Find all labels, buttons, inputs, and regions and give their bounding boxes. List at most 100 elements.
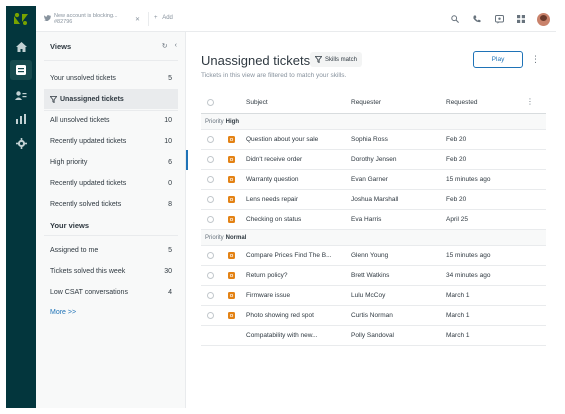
chat-icon[interactable] — [493, 13, 505, 25]
group-name: Normal — [225, 234, 247, 241]
row-checkbox[interactable] — [207, 312, 214, 319]
table-row[interactable]: O Lens needs repair Joshua Marshall Feb 20 — [201, 190, 546, 210]
nav-home[interactable] — [10, 37, 32, 57]
view-item[interactable]: Recently updated tickets 0 — [44, 173, 178, 193]
collapse-icon[interactable]: ‹ — [175, 42, 177, 50]
more-options-icon[interactable]: ⋮ — [531, 54, 540, 65]
view-item-label: Assigned to me — [50, 246, 99, 254]
table-row[interactable]: O Return policy? Brett Watkins 34 minutes a… — [201, 266, 546, 286]
add-tab-button[interactable]: + Add — [154, 15, 173, 21]
phone-icon[interactable] — [471, 13, 483, 25]
view-item[interactable]: Assigned to me 5 — [44, 240, 178, 260]
ticket-subject[interactable]: Lens needs repair — [246, 196, 298, 203]
divider — [44, 235, 178, 236]
customers-icon — [15, 91, 27, 100]
divider — [148, 12, 149, 26]
ticket-requested: 15 minutes ago — [446, 176, 491, 183]
column-subject[interactable]: Subject — [246, 99, 268, 106]
views-header-icons: ↻ ‹ — [162, 42, 177, 50]
row-checkbox[interactable] — [207, 136, 214, 143]
row-checkbox[interactable] — [207, 252, 214, 259]
table-header: Subject Requester Requested ⋮ — [201, 92, 546, 114]
nav-views[interactable] — [10, 60, 32, 80]
ticket-requested: April 25 — [446, 216, 469, 223]
twitter-icon — [44, 15, 54, 23]
tab-text: New account is blocking... #82796 — [54, 13, 118, 25]
ticket-subject[interactable]: Warranty question — [246, 176, 299, 183]
more-views-link[interactable]: More >> — [50, 309, 76, 316]
ticket-subject[interactable]: Compare Prices Find The B... — [246, 252, 332, 259]
view-item[interactable]: All unsolved tickets 10 — [44, 110, 178, 130]
select-all-checkbox[interactable] — [207, 99, 214, 106]
views-panel: Views ↻ ‹ Your unsolved tickets 5 Unassi… — [36, 32, 186, 408]
ticket-requested: March 1 — [446, 292, 470, 299]
close-tab-icon[interactable]: ✕ — [135, 16, 140, 23]
skills-match-badge[interactable]: Skills match — [310, 52, 363, 67]
ticket-subject[interactable]: Compatability with new... — [246, 332, 318, 339]
view-item-count: 0 — [168, 179, 172, 187]
ticket-subject[interactable]: Firmware issue — [246, 292, 290, 299]
ticket-requested: March 1 — [446, 312, 470, 319]
table-row[interactable]: O Question about your sale Sophia Ross Feb … — [201, 130, 546, 150]
view-item-label: High priority — [50, 158, 88, 166]
group-header-normal: Priority Normal — [201, 230, 546, 246]
zendesk-logo[interactable] — [14, 12, 28, 25]
view-item-label: Recently updated tickets — [50, 137, 127, 145]
column-options-icon[interactable]: ⋮ — [526, 97, 534, 106]
group-header-high: Priority High — [201, 114, 546, 130]
play-button[interactable]: Play — [473, 51, 523, 68]
column-requester[interactable]: Requester — [351, 99, 381, 106]
view-item-selected[interactable]: Unassigned tickets — [44, 89, 178, 109]
view-item[interactable]: Your unsolved tickets 5 — [44, 68, 178, 88]
top-icons — [449, 12, 550, 26]
table-row[interactable]: O Photo showing red spot Curtis Norman Marc… — [201, 306, 546, 326]
view-item-count: 10 — [164, 137, 172, 145]
view-item[interactable]: High priority 6 — [44, 152, 178, 172]
refresh-icon[interactable]: ↻ — [162, 42, 168, 50]
table-row[interactable]: O Didn't receive order Dorothy Jensen Feb 2… — [186, 150, 546, 170]
avatar[interactable] — [537, 12, 550, 26]
row-checkbox[interactable] — [207, 216, 214, 223]
row-checkbox[interactable] — [207, 272, 214, 279]
table-row[interactable]: Compatability with new... Polly Sandoval M… — [201, 326, 546, 346]
nav-customers[interactable] — [10, 86, 32, 106]
view-item[interactable]: Tickets solved this week 30 — [44, 261, 178, 281]
row-checkbox[interactable] — [207, 196, 214, 203]
view-item-count: 5 — [168, 74, 172, 82]
column-requested[interactable]: Requested — [446, 99, 477, 106]
divider — [44, 60, 178, 61]
app-window: New account is blocking... #82796 ✕ + Ad… — [6, 6, 556, 408]
status-badge: O — [228, 252, 235, 259]
ticket-subject[interactable]: Question about your sale — [246, 136, 318, 143]
apps-grid-icon[interactable] — [515, 13, 527, 25]
status-badge: O — [228, 216, 235, 223]
view-item[interactable]: Low CSAT conversations 4 — [44, 282, 178, 302]
ticket-requested: Feb 20 — [446, 136, 467, 143]
view-item[interactable]: Recently solved tickets 8 — [44, 194, 178, 214]
main-content: Unassigned tickets Skills match Tickets … — [186, 32, 556, 408]
table-row[interactable]: O Firmware issue Lulu McCoy March 1 — [201, 286, 546, 306]
ticket-subject[interactable]: Checking on status — [246, 216, 301, 223]
row-checkbox[interactable] — [207, 292, 214, 299]
status-badge: O — [228, 292, 235, 299]
ticket-subject[interactable]: Photo showing red spot — [246, 312, 314, 319]
view-item[interactable]: Recently updated tickets 10 — [44, 131, 178, 151]
status-badge: O — [228, 176, 235, 183]
nav-reporting[interactable] — [10, 109, 32, 129]
table-row[interactable]: O Checking on status Eva Harris April 25 — [201, 210, 546, 230]
filter-icon — [50, 95, 57, 103]
nav-settings[interactable] — [10, 133, 32, 153]
ticket-requester: Joshua Marshall — [351, 196, 399, 203]
ticket-subject[interactable]: Return policy? — [246, 272, 288, 279]
row-checkbox[interactable] — [207, 176, 214, 183]
table-row[interactable]: O Warranty question Evan Garner 15 minutes … — [201, 170, 546, 190]
ticket-subject[interactable]: Didn't receive order — [246, 156, 302, 163]
search-icon[interactable] — [449, 13, 461, 25]
row-focus-indicator — [186, 150, 188, 170]
view-item-label: Low CSAT conversations — [50, 288, 128, 296]
page-subtitle: Tickets in this view are filtered to mat… — [201, 72, 347, 79]
row-checkbox[interactable] — [207, 156, 214, 163]
settings-icon — [15, 137, 27, 149]
group-name: High — [225, 118, 240, 125]
table-row[interactable]: O Compare Prices Find The B... Glenn Young… — [201, 246, 546, 266]
